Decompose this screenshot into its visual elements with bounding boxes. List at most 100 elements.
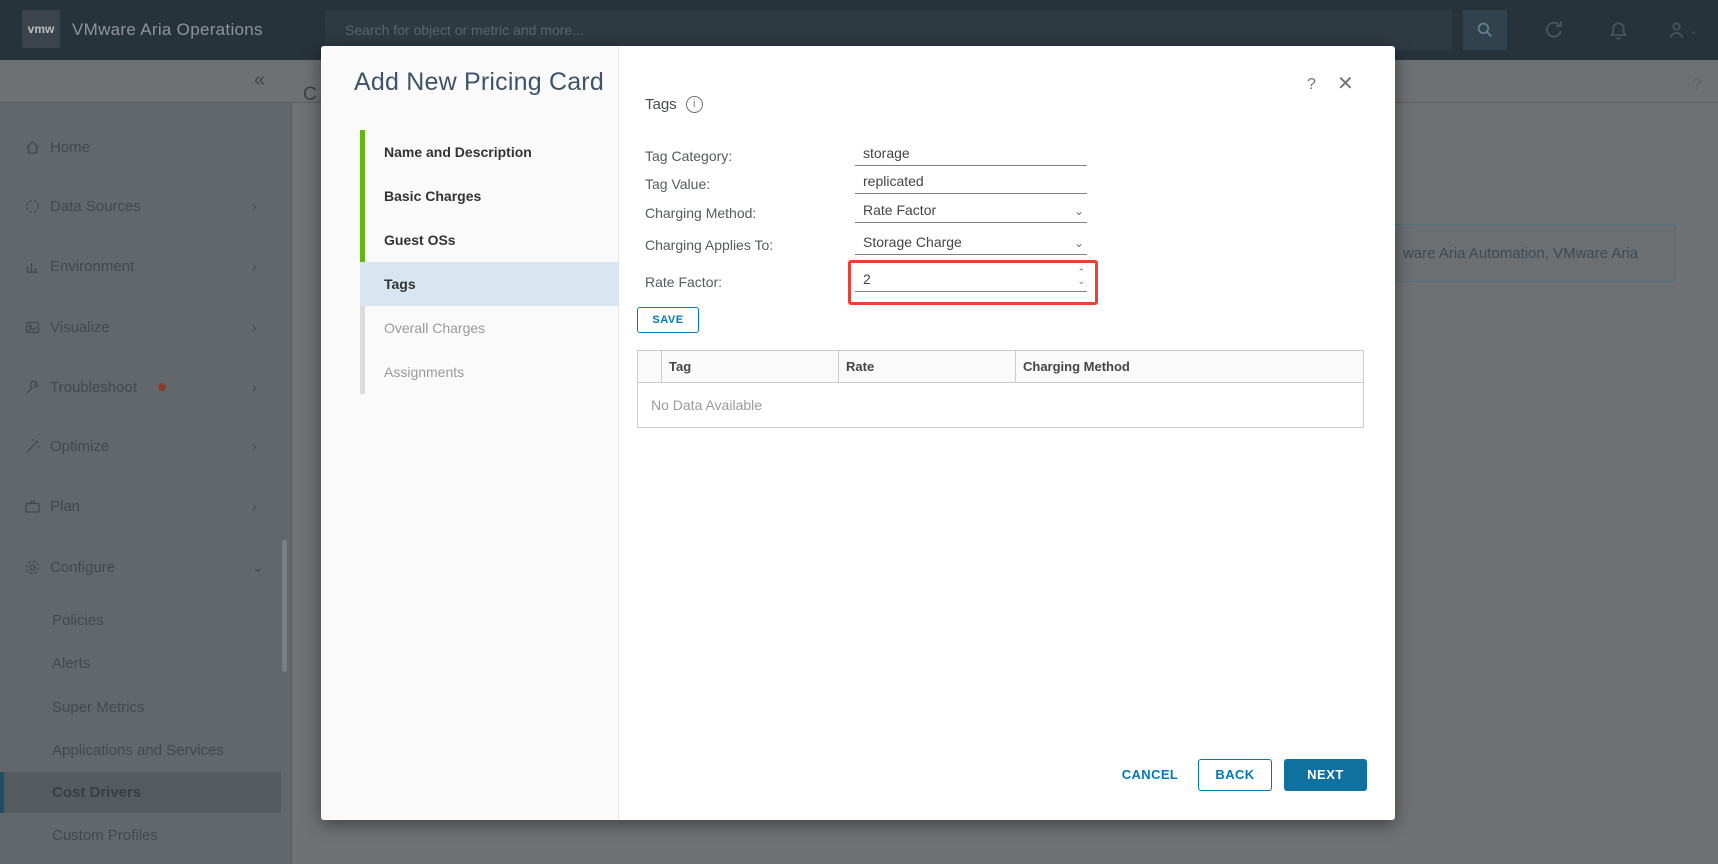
tags-table: Tag Rate Charging Method No Data Availab…	[637, 350, 1364, 428]
section-heading-text: Tags	[645, 96, 677, 113]
step-basic-charges[interactable]: Basic Charges	[360, 174, 619, 218]
step-tags[interactable]: Tags	[360, 262, 619, 306]
add-new-pricing-card-modal: ? ✕ Add New Pricing Card Name and Descri…	[321, 46, 1395, 820]
refresh-button[interactable]	[1533, 0, 1575, 60]
save-button[interactable]: SAVE	[637, 307, 699, 333]
step-progress-bar	[360, 306, 365, 350]
sidebar-item-environment[interactable]: Environment ›	[0, 244, 281, 288]
sidebar-item-custom-profiles[interactable]: Custom Profiles	[0, 815, 281, 856]
wizard-steps-panel: Add New Pricing Card Name and Descriptio…	[321, 46, 619, 820]
section-heading: Tags i	[645, 96, 703, 113]
chevron-down-icon: ⌄	[252, 558, 264, 575]
tag-category-input[interactable]: storage	[855, 145, 1087, 166]
sidebar-item-label: Optimize	[50, 437, 110, 455]
cancel-button[interactable]: CANCEL	[1105, 759, 1195, 791]
sidebar-item-data-sources[interactable]: Data Sources ›	[0, 184, 281, 228]
step-name-and-description[interactable]: Name and Description	[360, 130, 619, 174]
back-button[interactable]: BACK	[1198, 759, 1272, 791]
step-progress-bar	[360, 350, 365, 394]
modal-title: Add New Pricing Card	[354, 68, 604, 96]
step-guest-oss[interactable]: Guest OSs	[360, 218, 619, 262]
modal-help-icon[interactable]: ?	[1307, 76, 1316, 94]
sidebar-item-optimize[interactable]: Optimize ›	[0, 424, 281, 468]
charging-method-select[interactable]: Rate Factor ⌄	[855, 202, 1087, 223]
sidebar-item-alerts[interactable]: Alerts	[0, 643, 281, 684]
sidebar-item-troubleshoot[interactable]: Troubleshoot ›	[0, 365, 281, 409]
rate-factor-input[interactable]: 2 ⌃ ⌄	[855, 268, 1087, 292]
visualize-icon	[24, 319, 41, 336]
tag-value-input[interactable]: replicated	[855, 173, 1087, 194]
charging-method-label: Charging Method:	[645, 205, 757, 221]
step-progress-bar	[360, 174, 365, 218]
sidebar-item-plan[interactable]: Plan ›	[0, 484, 281, 528]
sidebar-item-cost-drivers[interactable]: Cost Drivers	[0, 772, 281, 813]
sidebar-item-configure[interactable]: Configure ⌄	[0, 545, 281, 589]
search-button[interactable]	[1463, 10, 1507, 50]
sidebar-item-visualize[interactable]: Visualize ›	[0, 305, 281, 349]
spinner-down-icon[interactable]: ⌄	[1077, 277, 1085, 286]
info-icon[interactable]: i	[685, 96, 703, 113]
notifications-button[interactable]	[1597, 0, 1639, 60]
sidebar-child-label: Alerts	[52, 655, 91, 672]
sidebar-item-policies[interactable]: Policies	[0, 600, 281, 641]
step-label: Basic Charges	[384, 188, 482, 204]
step-label: Name and Description	[384, 144, 532, 160]
sidebar-child-label: Super Metrics	[52, 699, 145, 716]
step-progress-bar	[360, 262, 365, 306]
sidebar-collapse-button[interactable]: «	[254, 69, 265, 92]
table-header-rate: Rate	[839, 351, 1016, 382]
sidebar-scrollbar[interactable]	[282, 540, 287, 672]
step-label: Tags	[384, 276, 416, 292]
next-button[interactable]: NEXT	[1284, 759, 1367, 791]
tag-value-label: Tag Value:	[645, 176, 711, 192]
tags-table-header: Tag Rate Charging Method	[638, 351, 1363, 383]
wrench-icon	[24, 379, 41, 396]
step-assignments[interactable]: Assignments	[360, 350, 619, 394]
gear-icon	[24, 559, 41, 576]
sidebar-item-applications-and-services[interactable]: Applications and Services	[0, 730, 281, 771]
search-icon	[1476, 21, 1494, 39]
search-input[interactable]	[325, 10, 1452, 50]
table-selector-column	[638, 351, 662, 382]
table-empty-row: No Data Available	[638, 383, 1363, 427]
step-overall-charges[interactable]: Overall Charges	[360, 306, 619, 350]
sidebar-item-label: Configure	[50, 558, 116, 576]
step-progress-bar	[360, 130, 365, 174]
tag-category-label: Tag Category:	[645, 148, 733, 164]
refresh-icon	[1543, 19, 1565, 41]
sidebar-item-label: Environment	[50, 257, 135, 275]
sidebar-item-label: Troubleshoot	[50, 378, 137, 396]
chevron-down-icon: ⌄	[1073, 204, 1084, 218]
charging-applies-to-select[interactable]: Storage Charge ⌄	[855, 234, 1087, 255]
step-label: Guest OSs	[384, 232, 456, 248]
sidebar-item-super-metrics[interactable]: Super Metrics	[0, 687, 281, 728]
sidebar-item-label: Visualize	[50, 318, 110, 336]
vmware-logo: vmw	[22, 10, 60, 48]
background-card-text: ware Aria Automation, VMware Aria	[1403, 244, 1639, 262]
chevron-right-icon: ›	[252, 319, 257, 335]
step-progress-bar	[360, 218, 365, 262]
bell-icon	[1608, 20, 1629, 41]
alert-dot	[158, 383, 166, 391]
user-menu-button[interactable]: ⌄	[1656, 0, 1708, 60]
rate-factor-label: Rate Factor:	[645, 274, 723, 290]
magic-wand-icon	[24, 438, 41, 455]
charging-method-value: Rate Factor	[863, 202, 937, 218]
sidebar-child-label: Applications and Services	[52, 742, 224, 759]
charging-applies-to-value: Storage Charge	[863, 234, 962, 250]
sidebar-child-label: Custom Profiles	[52, 827, 158, 844]
tag-category-value: storage	[863, 145, 910, 161]
user-icon	[1666, 20, 1687, 41]
page-help-icon[interactable]: ?	[1692, 75, 1701, 95]
number-spinner[interactable]: ⌃ ⌄	[1077, 268, 1085, 286]
step-label: Overall Charges	[384, 320, 486, 336]
charging-applies-to-label: Charging Applies To:	[645, 237, 774, 253]
tag-value-value: replicated	[863, 173, 924, 189]
table-header-charging-method: Charging Method	[1023, 359, 1130, 374]
sidebar-item-home[interactable]: Home	[0, 125, 281, 169]
chevron-right-icon: ›	[252, 379, 257, 395]
chevron-down-icon: ⌄	[1688, 24, 1699, 37]
close-icon[interactable]: ✕	[1337, 71, 1354, 96]
environment-icon	[24, 258, 41, 275]
global-search	[325, 10, 1452, 50]
